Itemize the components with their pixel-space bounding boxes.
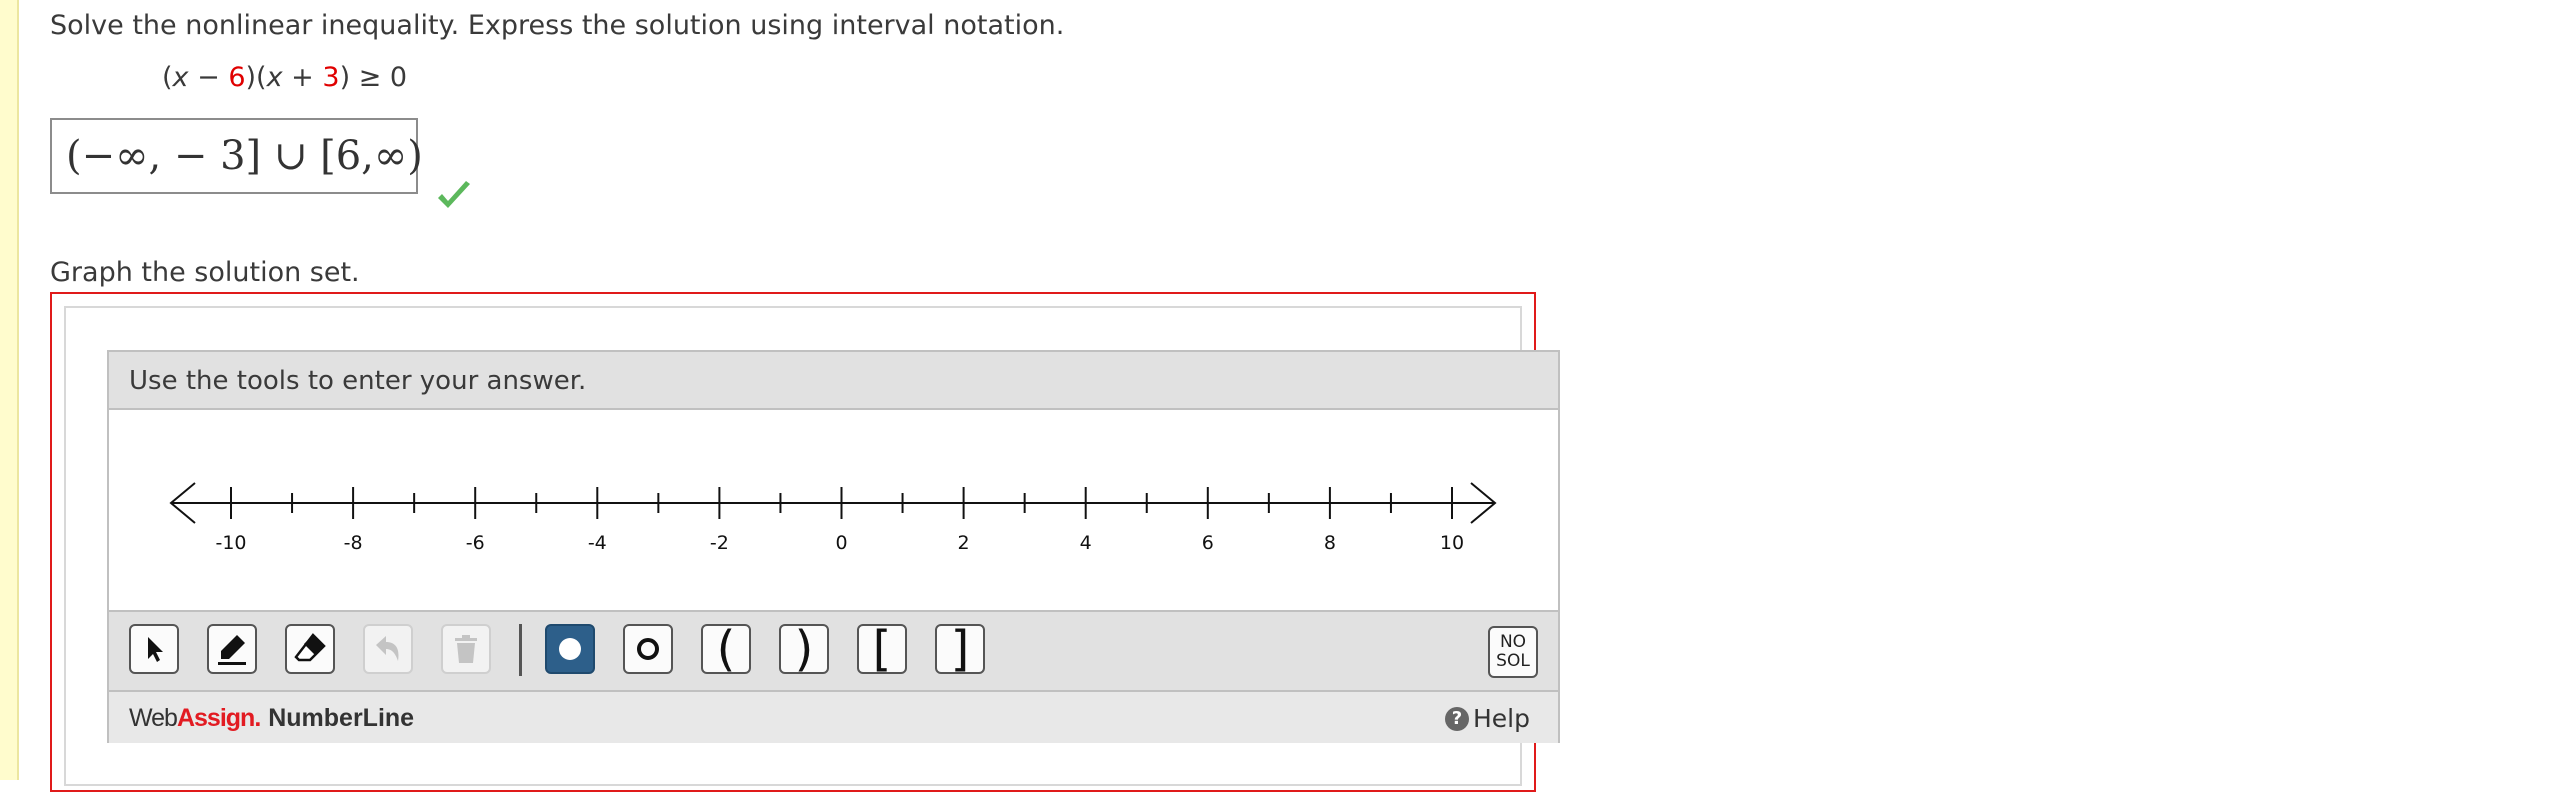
help-label: Help [1473,704,1530,733]
interval-answer-field[interactable]: (−∞, − 3] ∪ [6,∞) [50,118,423,194]
tool-instruction: Use the tools to enter your answer. [129,366,587,396]
number-line-canvas[interactable]: -10 -8 -6 -4 -2 0 2 4 6 8 10 [109,410,1558,610]
tick-label: -10 [215,532,246,554]
trash-icon [455,635,477,663]
tick-label: -4 [588,532,607,554]
tool-header: Use the tools to enter your answer. [109,352,1558,410]
open-left-paren-glyph: ( [716,621,736,677]
correct-check-icon [438,181,470,208]
help-link[interactable]: ? Help [1445,704,1530,733]
toolbar-separator [519,624,522,676]
no-solution-label-1: NO [1499,632,1527,652]
open-right-paren-glyph: ) [794,621,814,677]
pencil-icon [218,635,246,665]
closed-dot-button[interactable] [545,624,595,674]
eraser-tool-button[interactable] [285,624,335,674]
tick-label: -8 [344,532,363,554]
numberline-tool: Use the tools to enter your answer. -10-… [107,350,1560,743]
closed-right-bracket-glyph: ] [950,621,970,677]
pointer-icon [148,637,163,662]
left-margin-strip [0,0,19,780]
open-left-bracket-button[interactable]: ( [701,624,751,674]
tick-label: -6 [466,532,485,554]
undo-button[interactable] [363,624,413,674]
pencil-tool-button[interactable] [207,624,257,674]
select-tool-button[interactable] [129,624,179,674]
open-dot-icon [637,638,659,660]
closed-right-bracket-button[interactable]: ] [935,624,985,674]
tick-label: 0 [835,532,847,554]
tick-label: -2 [710,532,729,554]
open-right-bracket-button[interactable]: ) [779,624,829,674]
tool-footer: WebAssign. NumberLine ? Help [109,692,1558,743]
filled-dot-icon [559,638,581,660]
closed-left-bracket-button[interactable]: [ [857,624,907,674]
tool-toolbar: ( ) [ ] NO SOL [109,610,1558,692]
question-instruction: Solve the nonlinear inequality. Express … [50,10,1065,41]
inequality-equation: (x − 6)(x + 3) ≥ 0 [162,62,408,93]
tick-label: 10 [1440,532,1464,554]
eraser-icon [294,633,326,662]
tick-label: 6 [1202,532,1214,554]
no-solution-button[interactable]: NO SOL [1488,626,1538,678]
open-dot-button[interactable] [623,624,673,674]
no-solution-label-2: SOL [1496,651,1530,671]
trash-button[interactable] [441,624,491,674]
number-line[interactable]: -10 -8 -6 -4 -2 0 2 4 6 8 10 [109,410,1558,610]
webassign-logo: WebAssign. NumberLine [129,704,415,732]
closed-left-bracket-glyph: [ [872,621,892,677]
undo-icon [376,636,399,661]
help-icon: ? [1445,706,1469,731]
tick-label: 8 [1324,532,1336,554]
tick-label: 4 [1080,532,1092,554]
tick-label: 2 [958,532,970,554]
graph-prompt: Graph the solution set. [50,257,360,288]
